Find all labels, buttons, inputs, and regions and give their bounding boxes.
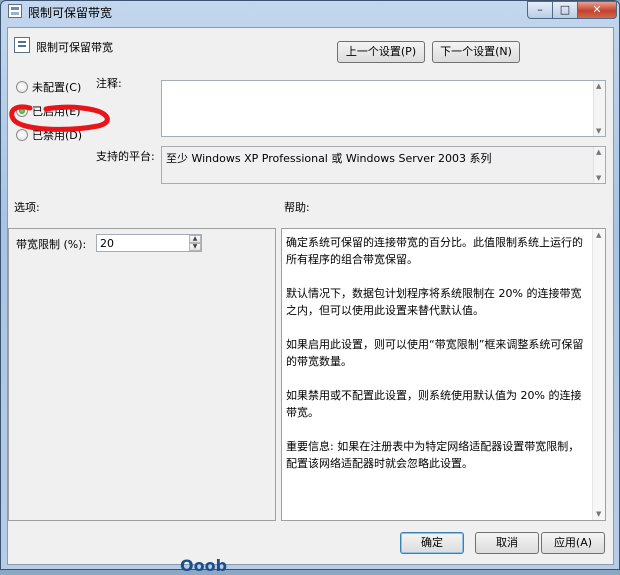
scroll-down-icon[interactable]: ▼ — [596, 174, 601, 182]
apply-button[interactable]: 应用(A) — [541, 532, 605, 554]
scroll-down-icon[interactable]: ▼ — [596, 510, 601, 518]
help-paragraph: 重要信息: 如果在注册表中为特定网络适配器设置带宽限制，配置该网络适配器时就会忽… — [286, 440, 580, 470]
dialog-content: 限制可保留带宽 上一个设置(P) 下一个设置(N) 未配置(C) 已启用(E) … — [7, 27, 614, 575]
bandwidth-limit-input[interactable] — [96, 234, 202, 252]
next-setting-button[interactable]: 下一个设置(N) — [432, 41, 520, 63]
radio-enabled-label: 已启用(E) — [32, 105, 81, 118]
platform-label: 支持的平台: — [96, 150, 155, 163]
comment-textarea[interactable]: ▲ ▼ — [161, 80, 606, 137]
help-panel: 确定系统可保留的连接带宽的百分比。此值限制系统上运行的所有程序的组合带宽保留。 … — [281, 228, 606, 521]
window-title: 限制可保留带宽 — [28, 6, 113, 20]
scroll-up-icon[interactable]: ▲ — [596, 148, 601, 156]
help-paragraph: 如果禁用或不配置此设置，则系统使用默认值为 20% 的连接带宽。 — [286, 389, 582, 419]
help-paragraph: 确定系统可保留的连接带宽的百分比。此值限制系统上运行的所有程序的组合带宽保留。 — [286, 236, 583, 266]
policy-app-icon — [8, 4, 22, 18]
previous-setting-button[interactable]: 上一个设置(P) — [337, 41, 425, 63]
minimize-icon: – — [537, 3, 543, 16]
radio-not-configured-circle[interactable] — [16, 81, 28, 93]
options-panel: 带宽限制 (%): ▲ ▼ — [8, 228, 276, 521]
watermark-text: Ooob — [180, 556, 228, 575]
radio-disabled-label: 已禁用(D) — [32, 129, 83, 142]
scroll-up-icon[interactable]: ▲ — [596, 82, 601, 90]
cancel-button[interactable]: 取消 — [475, 532, 539, 554]
platform-scrollbar[interactable]: ▲ ▼ — [593, 147, 605, 183]
help-paragraph: 默认情况下，数据包计划程序将系统限制在 20% 的连接带宽之内，但可以使用此设置… — [286, 287, 582, 317]
dialog-window: 限制可保留带宽 – □ ✕ 限制可保留带宽 上一个设置(P) 下一个设置(N) … — [0, 0, 620, 575]
arrow-down-icon: ▼ — [192, 243, 198, 250]
options-label: 选项: — [14, 201, 40, 214]
radio-not-configured-label: 未配置(C) — [32, 81, 82, 94]
platform-value: 至少 Windows XP Professional 或 Windows Ser… — [166, 152, 492, 165]
setting-icon — [14, 37, 30, 53]
minimize-button[interactable]: – — [527, 1, 553, 19]
help-paragraph: 如果启用此设置，则可以使用“带宽限制”框来调整系统可保留的带宽数量。 — [286, 338, 584, 368]
scroll-up-icon[interactable]: ▲ — [596, 231, 601, 239]
ok-button[interactable]: 确定 — [400, 532, 464, 554]
radio-enabled-circle[interactable] — [16, 105, 28, 117]
radio-disabled-circle[interactable] — [16, 129, 28, 141]
radio-not-configured[interactable]: 未配置(C) — [16, 80, 81, 94]
maximize-button[interactable]: □ — [552, 1, 578, 19]
scroll-down-icon[interactable]: ▼ — [596, 127, 601, 135]
comment-label: 注释: — [96, 77, 122, 90]
spin-down-button[interactable]: ▼ — [189, 243, 201, 251]
help-scrollbar[interactable]: ▲ ▼ — [592, 229, 605, 520]
help-label: 帮助: — [284, 201, 310, 214]
maximize-icon: □ — [559, 3, 571, 16]
arrow-up-icon: ▲ — [192, 235, 198, 242]
title-bar[interactable]: 限制可保留带宽 – □ ✕ — [1, 1, 619, 21]
close-icon: ✕ — [592, 3, 602, 16]
comment-scrollbar[interactable]: ▲ ▼ — [593, 81, 605, 136]
help-text: 确定系统可保留的连接带宽的百分比。此值限制系统上运行的所有程序的组合带宽保留。 … — [286, 234, 590, 489]
close-button[interactable]: ✕ — [577, 1, 617, 19]
spin-up-button[interactable]: ▲ — [189, 235, 201, 243]
platform-box: 至少 Windows XP Professional 或 Windows Ser… — [161, 146, 606, 184]
radio-enabled[interactable]: 已启用(E) — [16, 104, 81, 118]
radio-disabled[interactable]: 已禁用(D) — [16, 128, 82, 142]
bandwidth-limit-label: 带宽限制 (%): — [16, 238, 87, 251]
setting-title: 限制可保留带宽 — [36, 41, 113, 54]
